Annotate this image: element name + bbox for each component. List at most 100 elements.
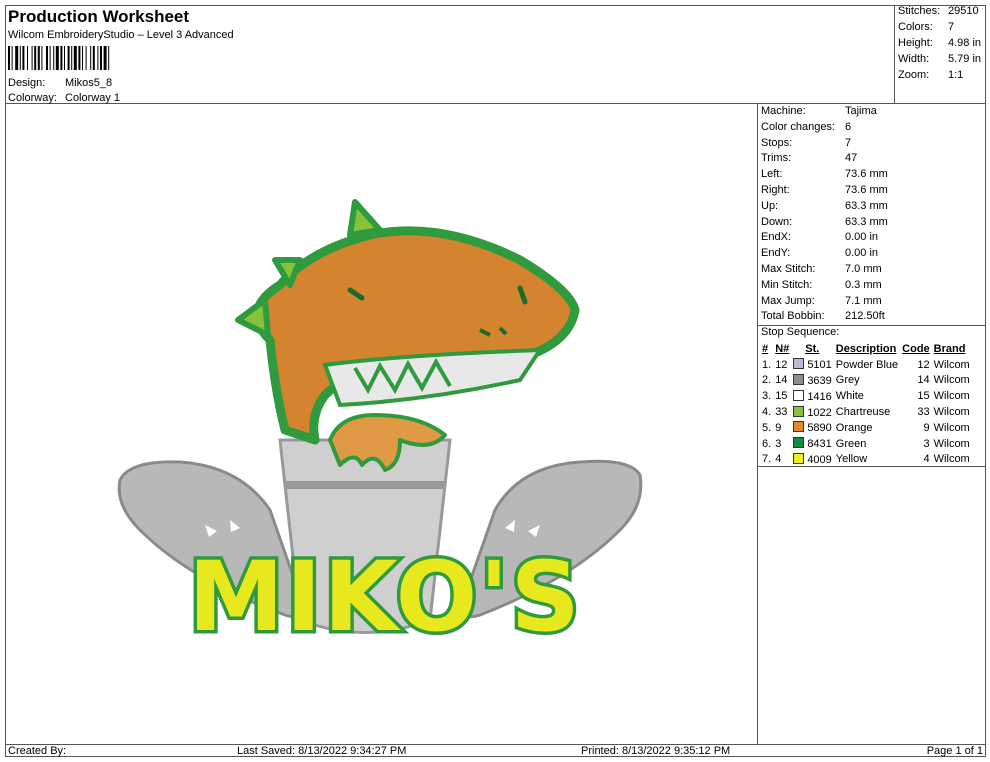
summary-row: Stitches: 29510 — [898, 5, 979, 17]
barcode-icon — [8, 46, 110, 70]
row-description: Powder Blue — [835, 358, 899, 371]
table-row: 2. 14 3639 Grey 14 Wilcom — [760, 373, 972, 389]
spec-row: Max Jump: 7.1 mm — [761, 295, 882, 307]
spec-row: Left: 73.6 mm — [761, 168, 888, 180]
row-description: Yellow — [835, 453, 868, 466]
row-needle: 33 — [775, 406, 788, 419]
stitch-count: 5101 — [807, 359, 832, 372]
row-code: 12 — [917, 358, 930, 371]
row-description: Chartreuse — [835, 406, 891, 419]
row-stitches: 1022 — [791, 404, 834, 420]
summary-value: 5.79 in — [948, 53, 982, 65]
spec-row: Max Stitch: 7.0 mm — [761, 263, 882, 275]
row-number: 3. — [762, 390, 772, 403]
stitch-count: 3639 — [807, 374, 832, 387]
spec-row: Right: 73.6 mm — [761, 184, 888, 196]
created-by: Created By: — [8, 745, 67, 757]
color-swatch — [793, 437, 805, 449]
row-needle: 12 — [775, 358, 788, 371]
spec-row: Machine: Tajima — [761, 105, 877, 117]
table-row: 7. 4 4009 Yellow 4 Wilcom — [760, 452, 972, 468]
spec-value: 63.3 mm — [845, 199, 888, 212]
logo-text: MIKO'S — [188, 541, 581, 653]
col-header-number: # — [762, 342, 769, 355]
stitch-count: 5890 — [807, 422, 832, 435]
table-row: 1. 12 5101 Powder Blue 12 Wilcom — [760, 357, 972, 373]
spec-label: Trims: — [761, 152, 792, 165]
spec-value: 212.50ft — [845, 310, 885, 323]
design-value: Mikos5_8 — [65, 77, 113, 89]
row-number: 5. — [762, 421, 772, 434]
row-description: Green — [835, 437, 867, 450]
row-code: 3 — [923, 437, 930, 450]
row-description: White — [835, 390, 864, 403]
spec-value: Tajima — [845, 105, 877, 117]
row-needle: 14 — [775, 374, 788, 387]
spec-row: Down: 63.3 mm — [761, 216, 888, 228]
printed-date: Printed: 8/13/2022 9:35:12 PM — [581, 745, 731, 757]
table-row: 6. 3 8431 Green 3 Wilcom — [760, 436, 972, 452]
spec-label: Min Stitch: — [761, 278, 813, 291]
spec-label: Right: — [761, 184, 790, 196]
color-swatch — [793, 452, 805, 464]
row-code: 33 — [917, 406, 930, 419]
col-header-description: Description — [835, 342, 897, 355]
stitch-count: 1416 — [807, 390, 832, 403]
dino-body — [252, 226, 580, 445]
spec-value: 0.00 in — [845, 231, 879, 244]
spec-value: 63.3 mm — [845, 215, 888, 228]
summary-label: Width: — [898, 53, 930, 65]
divider — [758, 466, 986, 467]
row-brand: Wilcom — [933, 406, 970, 419]
summary-value: 29510 — [948, 5, 979, 17]
table-row: 4. 33 1022 Chartreuse 33 Wilcom — [760, 404, 972, 420]
row-stitches: 8431 — [791, 436, 834, 452]
row-brand: Wilcom — [933, 358, 970, 371]
summary-row: Colors: 7 — [898, 21, 954, 33]
row-code: 9 — [923, 421, 930, 434]
summary-value: 4.98 in — [948, 37, 982, 49]
design-label: Design: — [8, 77, 46, 89]
software-subtitle: Wilcom EmbroideryStudio – Level 3 Advanc… — [8, 29, 234, 41]
color-swatch — [793, 405, 805, 417]
spec-value: 73.6 mm — [845, 184, 888, 196]
table-row: 5. 9 5890 Orange 9 Wilcom — [760, 420, 972, 436]
summary-label: Zoom: — [898, 69, 930, 81]
embroidery-design-preview: MIKO'S — [117, 199, 643, 657]
summary-row: Zoom: 1:1 — [898, 69, 963, 81]
page-title: Production Worksheet — [8, 7, 190, 26]
row-description: Orange — [835, 421, 873, 434]
spec-label: Left: — [761, 168, 783, 181]
stitch-count: 8431 — [807, 438, 832, 451]
row-code: 4 — [923, 453, 930, 466]
col-header-code: Code — [902, 342, 930, 355]
row-number: 1. — [762, 358, 772, 371]
row-stitches: 1416 — [791, 388, 834, 404]
col-header-brand: Brand — [933, 342, 966, 355]
row-description: Grey — [835, 374, 860, 387]
color-swatch — [793, 389, 805, 401]
stop-sequence-table: # N# St. Description Code Brand 1. 12 510… — [760, 341, 972, 467]
row-stitches: 5890 — [791, 420, 834, 436]
colorway-value: Colorway 1 — [65, 92, 121, 104]
spec-row: EndY: 0.00 in — [761, 247, 878, 259]
row-stitches: 4009 — [791, 452, 834, 468]
specs-panel: Machine: Tajima Color changes: 6 Stops: 7 Trim… — [757, 104, 986, 744]
col-header-needle: N# — [775, 342, 790, 355]
spec-label: Down: — [761, 215, 793, 228]
row-number: 2. — [762, 374, 772, 387]
spec-row: Stops: 7 — [761, 137, 851, 149]
spec-value: 7.1 mm — [845, 294, 882, 307]
spec-value: 0.3 mm — [845, 278, 882, 291]
row-brand: Wilcom — [933, 453, 970, 466]
stop-sequence-title: Stop Sequence: — [761, 326, 840, 338]
stitch-count: 1022 — [807, 406, 832, 419]
row-needle: 4 — [775, 453, 782, 466]
colorway-row: Colorway: Colorway 1 — [8, 92, 120, 104]
row-needle: 9 — [775, 421, 782, 434]
spec-value: 7 — [845, 136, 852, 149]
col-header-stitches: St. — [805, 342, 820, 355]
spec-row: Up: 63.3 mm — [761, 200, 888, 212]
color-swatch — [793, 358, 805, 370]
row-stitches: 5101 — [791, 357, 834, 373]
